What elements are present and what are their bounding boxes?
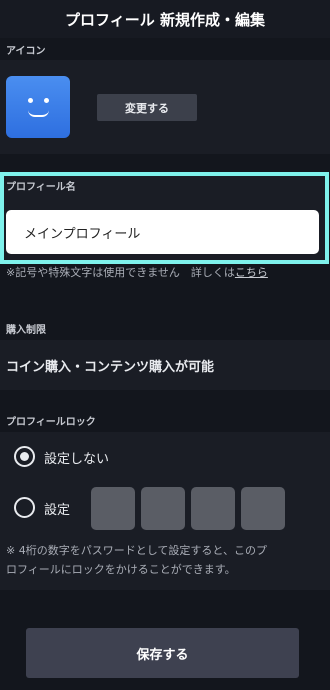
page-title: プロフィール 新規作成・編集 bbox=[0, 0, 330, 38]
save-button[interactable]: 保存する bbox=[26, 628, 299, 678]
pin-digit-4[interactable] bbox=[241, 487, 285, 530]
pin-digit-3[interactable] bbox=[191, 487, 235, 530]
avatar[interactable] bbox=[6, 76, 70, 138]
pin-digit-2[interactable] bbox=[141, 487, 185, 530]
radio-no-lock[interactable] bbox=[14, 446, 35, 467]
profile-name-note: ※記号や特殊文字は使用できません 詳しくはこちら bbox=[6, 263, 268, 282]
avatar-eye-left bbox=[28, 98, 33, 103]
change-icon-button[interactable]: 変更する bbox=[97, 94, 197, 121]
profile-lock-label: プロフィールロック bbox=[6, 417, 96, 428]
profile-name-input[interactable] bbox=[6, 210, 319, 254]
profile-name-note-text: ※記号や特殊文字は使用できません 詳しくは bbox=[6, 266, 235, 279]
icon-section-label: アイコン bbox=[6, 46, 46, 57]
details-link[interactable]: こちら bbox=[235, 266, 268, 279]
avatar-eye-right bbox=[44, 98, 49, 103]
lock-note-line-1: ※ 4桁の数字をパスワードとして設定すると、このプ bbox=[6, 544, 267, 557]
profile-name-label: プロフィール名 bbox=[6, 182, 76, 193]
radio-no-lock-label[interactable]: 設定しない bbox=[44, 448, 109, 467]
purchase-limit-label: 購入制限 bbox=[6, 325, 46, 336]
pin-digit-1[interactable] bbox=[91, 487, 135, 530]
lock-note: ※ 4桁の数字をパスワードとして設定すると、このプ ロフィールにロックをかけるこ… bbox=[6, 541, 267, 579]
radio-set-lock-label[interactable]: 設定 bbox=[44, 499, 70, 518]
lock-note-line-2: ロフィールにロックをかけることができます。 bbox=[6, 563, 236, 576]
radio-set-lock[interactable] bbox=[14, 497, 35, 518]
smiley-face-icon bbox=[28, 110, 49, 117]
purchase-limit-value: コイン購入・コンテンツ購入が可能 bbox=[6, 360, 215, 375]
